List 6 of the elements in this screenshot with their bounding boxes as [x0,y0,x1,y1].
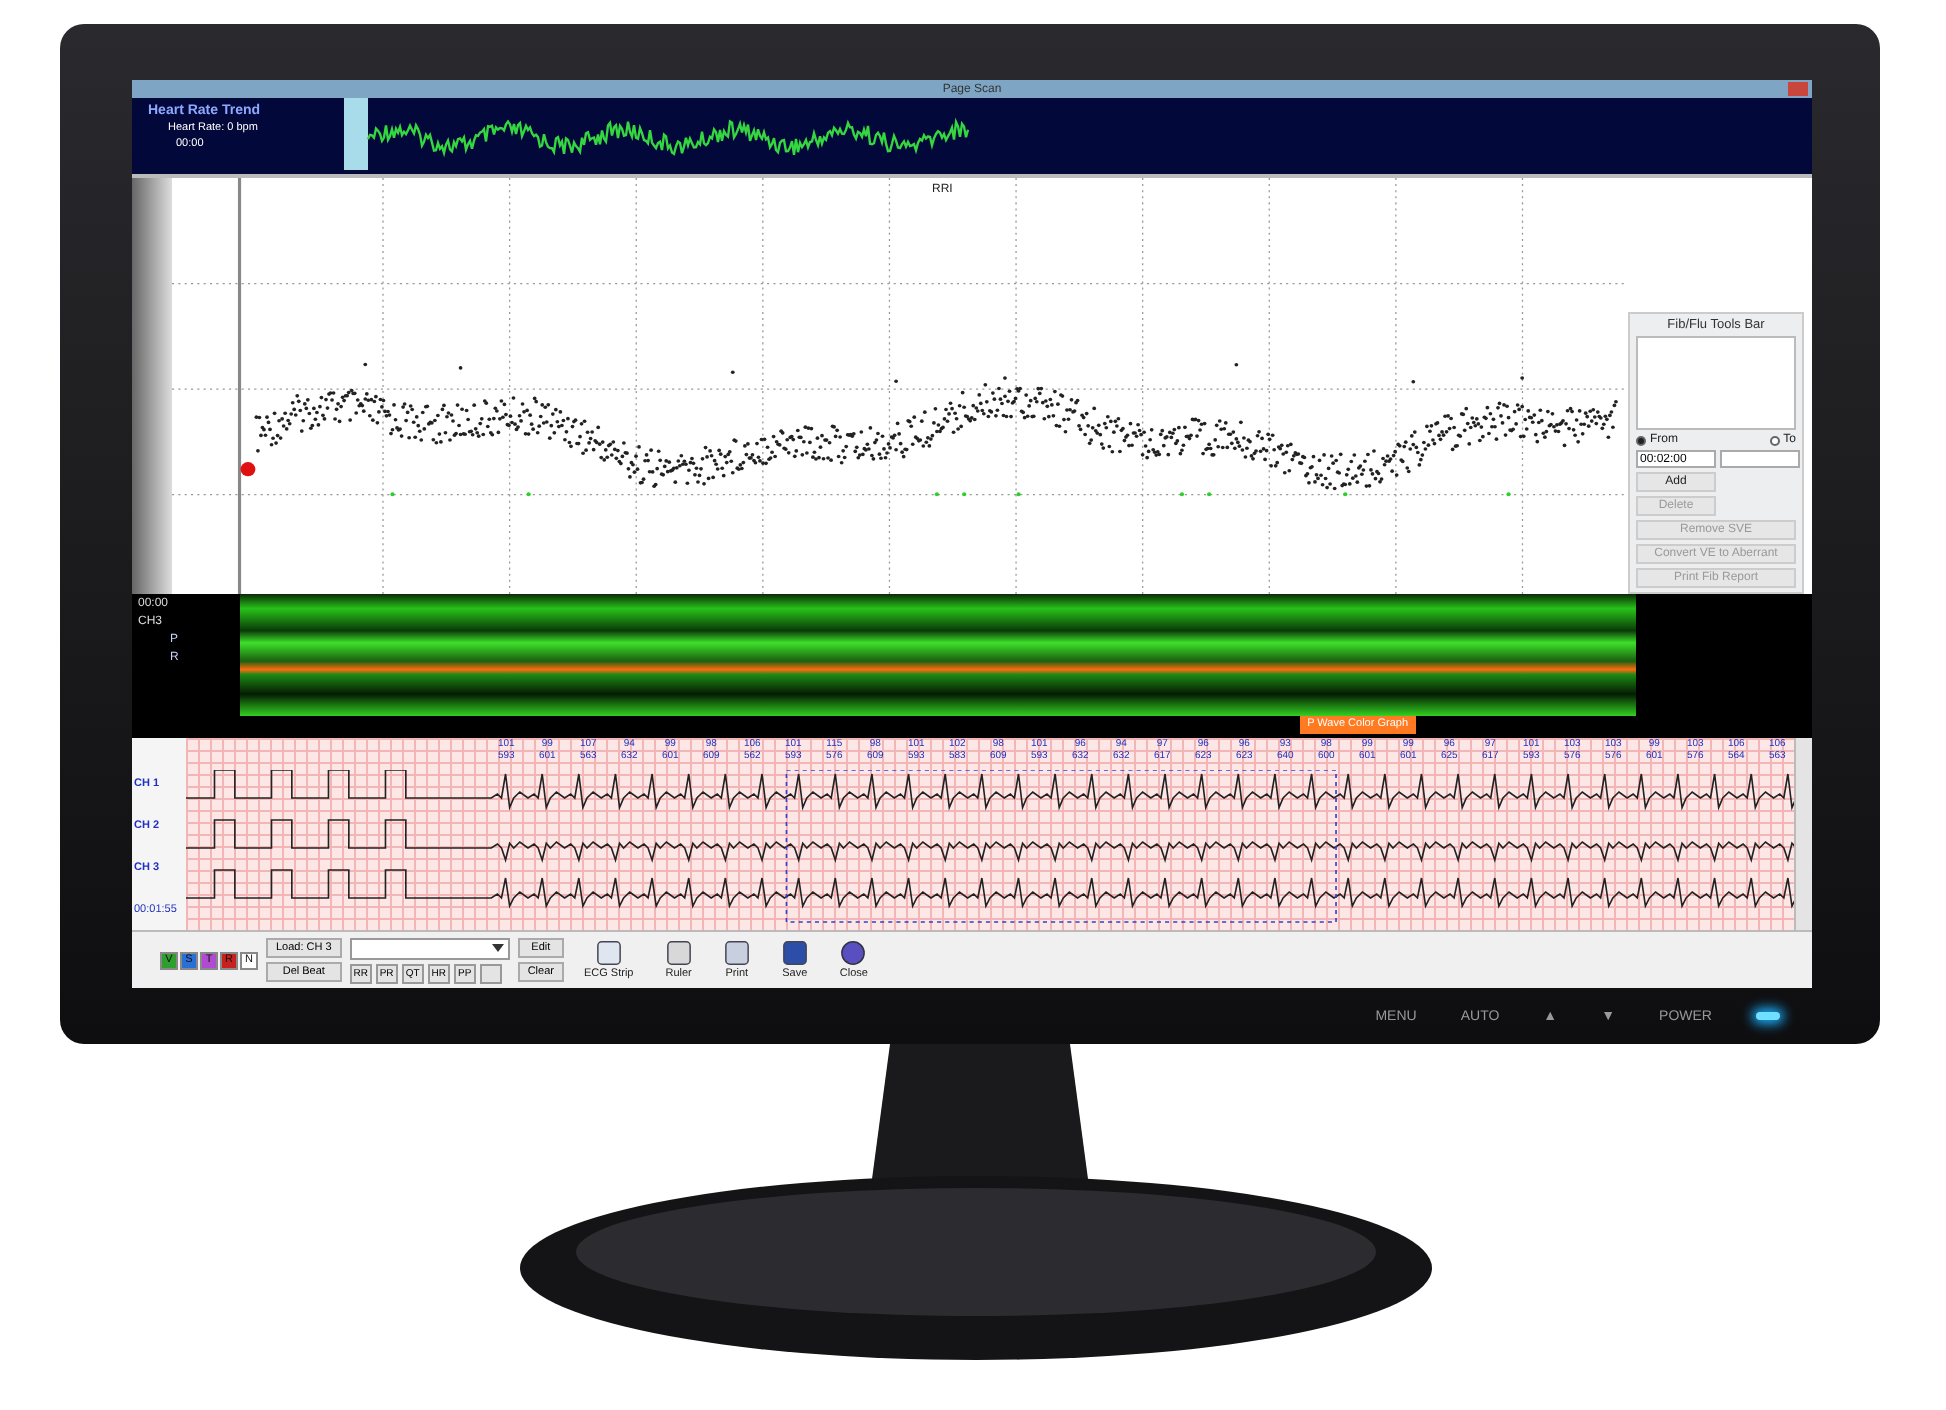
list-box[interactable] [1636,336,1796,430]
scrollbar[interactable] [1794,738,1812,930]
caret-icon [491,943,504,951]
blank-button[interactable] [479,963,502,983]
dropdown-field[interactable] [349,937,510,959]
to-time-field[interactable] [1720,450,1800,468]
